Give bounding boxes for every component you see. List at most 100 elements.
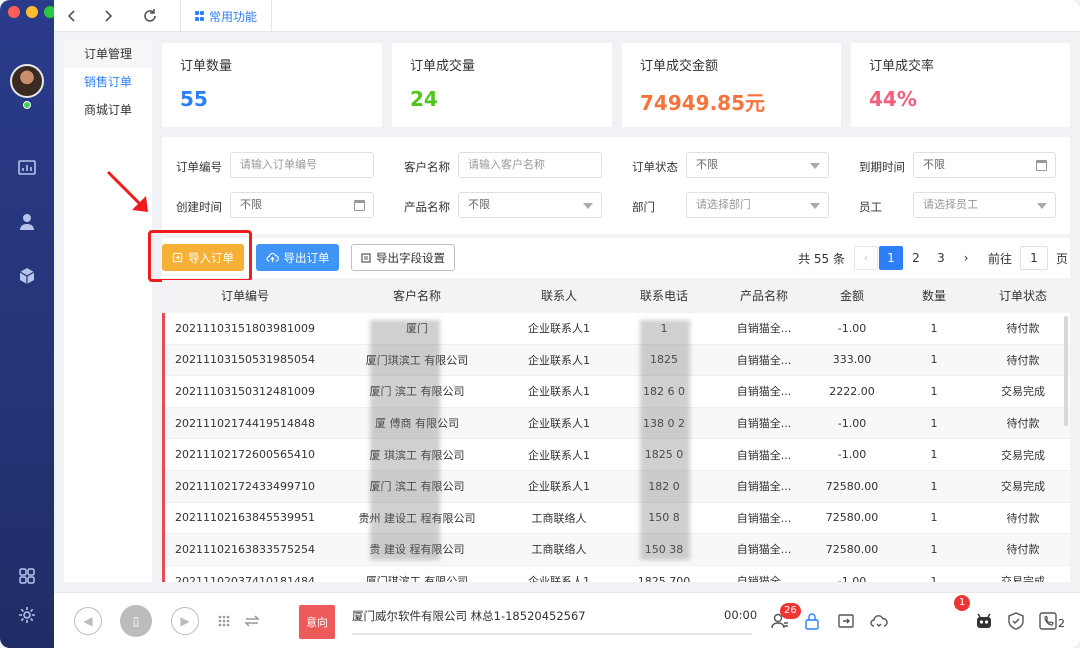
refresh-icon[interactable]: [140, 6, 160, 26]
forward-chevron-icon[interactable]: [98, 6, 118, 26]
next-call-icon[interactable]: ▶: [171, 607, 199, 635]
dialpad-icon[interactable]: [214, 611, 234, 631]
table-row[interactable]: 20211103151803981009 厦门 企业联系人1 1 自销猫全... -1.0…: [162, 313, 1070, 345]
table-cell: -1.00: [837, 574, 867, 582]
created-date-picker[interactable]: 不限: [230, 192, 374, 218]
due-date-value: 不限: [923, 158, 945, 171]
export-orders-button[interactable]: 导出订单: [256, 244, 339, 271]
column-header[interactable]: 联系人: [506, 280, 612, 313]
forward-folder-icon[interactable]: [836, 611, 856, 631]
table-cell: 企业联系人1: [528, 480, 590, 494]
stat-card-deal-amount: 订单成交金额 74949.85元: [622, 43, 841, 127]
subnav-item-mall-orders[interactable]: 商城订单: [64, 96, 152, 124]
stat-value: 55: [180, 87, 208, 111]
table-cell: 自销猫全...: [736, 511, 792, 525]
phone-device-icon[interactable]: ▯: [120, 605, 152, 637]
customer-input[interactable]: 请输入客户名称: [458, 152, 602, 178]
user-icon[interactable]: [17, 212, 37, 232]
table-row[interactable]: 20211103150531985054 厦门琪滨工 有限公司 企业联系人1 1825…: [162, 344, 1070, 377]
table-cell: 交易完成: [1001, 448, 1045, 462]
column-header[interactable]: 联系电话: [612, 280, 716, 313]
table-row[interactable]: 20211102172433499710 厦门 滨工 有限公司 企业联系人1 182 …: [162, 470, 1070, 503]
table-cell: 20211102163845539951: [175, 511, 315, 525]
row-highlight-bar: [162, 313, 165, 582]
stat-value: 74949.85元: [640, 91, 766, 115]
order-no-input[interactable]: 请输入订单编号: [230, 152, 374, 178]
page-1-button[interactable]: 1: [878, 246, 903, 270]
table-cell: 交易完成: [1001, 575, 1045, 582]
export-fields-settings-button[interactable]: 导出字段设置: [351, 244, 455, 271]
customer-label: 客户名称: [404, 160, 450, 174]
export-fields-settings-label: 导出字段设置: [376, 250, 445, 265]
red-highlight-box: [148, 230, 252, 282]
product-select[interactable]: 不限: [458, 192, 602, 218]
table-body: 20211103151803981009 厦门 企业联系人1 1 自销猫全... -1.0…: [162, 313, 1070, 582]
top-bar: 常用功能: [54, 0, 1080, 32]
goto-page-input[interactable]: 1: [1019, 246, 1048, 270]
orders-table: 订单编号 客户名称 联系人 联系电话 产品名称 金额 数量 订单状态 20211…: [162, 280, 1070, 582]
table-row[interactable]: 20211102163845539951 贵州 建设工 程有限公司 工商联络人 150…: [162, 503, 1070, 535]
robot-assistant-icon[interactable]: [974, 611, 994, 631]
settings-gear-icon[interactable]: [17, 605, 37, 625]
table-scrollbar[interactable]: [1064, 316, 1068, 426]
table-row[interactable]: 20211102163833575254 贵 建设 程有限公司 工商联络人 150 3…: [162, 534, 1070, 566]
box-icon[interactable]: [17, 266, 37, 286]
table-cell: 自销猫全...: [736, 575, 792, 582]
transfer-icon[interactable]: [242, 611, 262, 631]
table-cell: 待付款: [1006, 417, 1040, 431]
next-page-chevron-icon[interactable]: ›: [954, 246, 978, 270]
phone-line-icon[interactable]: [1038, 611, 1058, 631]
back-chevron-icon[interactable]: [62, 6, 82, 26]
table-cell: 20211102172600565410: [175, 448, 315, 462]
order-subnav: 订单管理 销售订单 商城订单: [64, 40, 152, 582]
dept-select[interactable]: 请选择部门: [686, 192, 829, 218]
table-cell: 企业联系人1: [528, 322, 590, 336]
table-cell: 333.00: [832, 353, 872, 367]
due-label: 到期时间: [859, 160, 905, 174]
column-header[interactable]: 数量: [892, 280, 976, 313]
minimize-window-button[interactable]: [26, 6, 38, 18]
table-row[interactable]: 20211102037410181484 厦门琪滨工 有限公司 企业联系人1 1825…: [162, 566, 1070, 582]
table-row[interactable]: 20211102174419514848 厦 傅商 有限公司 企业联系人1 138 0…: [162, 407, 1070, 440]
page-3-button[interactable]: 3: [929, 246, 953, 270]
table-row[interactable]: 20211102172600565410 厦 琪滨工 有限公司 企业联系人1 1825…: [162, 439, 1070, 471]
cloud-sync-icon[interactable]: [869, 611, 889, 631]
lock-icon[interactable]: [802, 611, 822, 631]
phone-line-count: 2: [1058, 617, 1065, 630]
prev-page-chevron-icon[interactable]: ‹: [853, 246, 878, 270]
table-cell: 1: [930, 384, 938, 398]
column-header[interactable]: 产品名称: [716, 280, 812, 313]
avatar[interactable]: [10, 64, 44, 98]
close-window-button[interactable]: [8, 6, 20, 18]
subnav-item-sales-orders[interactable]: 销售订单: [64, 68, 152, 96]
table-cell: 自销猫全...: [736, 353, 792, 367]
table-cell: 自销猫全...: [736, 480, 792, 494]
column-header[interactable]: 订单编号: [162, 280, 328, 313]
column-header[interactable]: 金额: [812, 280, 892, 313]
table-cell: -1.00: [837, 448, 867, 462]
status-select[interactable]: 不限: [686, 152, 829, 178]
table-cell: 1: [930, 479, 938, 493]
intent-tag[interactable]: 意向: [299, 605, 335, 639]
shield-check-icon[interactable]: [1006, 611, 1026, 631]
table-cell: 交易完成: [1001, 480, 1045, 494]
table-cell: 厦门琪滨工 有限公司: [365, 575, 469, 582]
calendar-icon: [354, 200, 365, 211]
page-2-button[interactable]: 2: [904, 246, 928, 270]
table-cell: 72580.00: [825, 511, 879, 525]
due-date-picker[interactable]: 不限: [913, 152, 1056, 178]
subnav-group-order-management[interactable]: 订单管理: [64, 40, 152, 68]
table-cell: 企业联系人1: [528, 385, 590, 399]
table-cell: 企业联系人1: [528, 353, 590, 367]
staff-select[interactable]: 请选择员工: [913, 192, 1056, 218]
table-cell: 20211102163833575254: [175, 542, 315, 556]
dashboard-icon[interactable]: [17, 158, 37, 178]
table-row[interactable]: 20211103150312481009 厦门 滨工 有限公司 企业联系人1 182 …: [162, 376, 1070, 408]
apps-grid-icon[interactable]: [17, 566, 37, 586]
tab-common-functions[interactable]: 常用功能: [180, 0, 272, 32]
created-label: 创建时间: [176, 200, 222, 214]
left-rail: [0, 0, 56, 648]
column-header[interactable]: 订单状态: [976, 280, 1070, 313]
previous-call-icon[interactable]: ◀: [74, 607, 102, 635]
column-header[interactable]: 客户名称: [328, 280, 506, 313]
